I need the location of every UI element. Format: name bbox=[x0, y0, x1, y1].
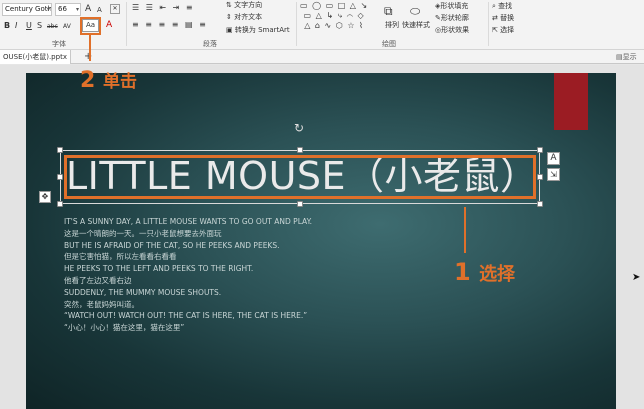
ribbon-divider bbox=[126, 2, 127, 46]
body-line: 但是它害怕猫，所以左看看右看看 bbox=[64, 252, 177, 262]
shape-fill-label: 形状填充 bbox=[440, 2, 469, 10]
ribbon-divider bbox=[488, 2, 489, 46]
align-text-icon: ⇕ bbox=[226, 13, 232, 21]
grow-font-button[interactable]: A bbox=[85, 4, 91, 14]
find-label: 查找 bbox=[498, 2, 513, 10]
body-line: SUDDENLY, THE MUMMY MOUSE SHOUTS. bbox=[64, 287, 222, 297]
quick-styles-label[interactable]: 快速样式 bbox=[402, 20, 430, 30]
body-line: BUT HE IS AFRAID OF THE CAT, SO HE PEEKS… bbox=[64, 240, 280, 250]
body-line: 他看了左边又看右边 bbox=[64, 275, 132, 285]
rotate-handle-icon[interactable]: ↻ bbox=[294, 121, 304, 135]
replace-label: 替换 bbox=[500, 14, 515, 22]
layout-options-icon[interactable]: ✥ bbox=[39, 191, 51, 203]
document-tabs-bar: OUSE(小老鼠).pptx + ▤显示 bbox=[0, 50, 644, 64]
resize-handle[interactable] bbox=[537, 174, 543, 180]
strikethrough-button[interactable]: abc bbox=[47, 22, 58, 32]
callout-line bbox=[89, 35, 91, 61]
shape-fill-button[interactable]: ◈形状填充 bbox=[435, 1, 468, 11]
body-line: “小心！小心！猫在这里，猫在这里” bbox=[64, 323, 185, 333]
convert-smartart-button[interactable]: ▣ 转换为 SmartArt bbox=[226, 25, 290, 35]
shape-effects-label: 形状效果 bbox=[441, 26, 470, 34]
font-color-button[interactable]: A bbox=[106, 20, 112, 30]
step-2-text: 单击 bbox=[102, 72, 137, 92]
cursor-icon: ⇱ bbox=[492, 26, 498, 34]
body-line: “WATCH OUT! WATCH OUT! THE CAT IS HERE, … bbox=[64, 311, 308, 321]
resize-handle[interactable] bbox=[57, 147, 63, 153]
slide-body-text[interactable]: IT'S A SUNNY DAY, A LITTLE MOUSE WANTS T… bbox=[64, 216, 312, 334]
change-case-highlight-frame bbox=[80, 17, 101, 35]
resize-handle[interactable] bbox=[297, 201, 303, 207]
ribbon-divider bbox=[296, 2, 297, 46]
find-button[interactable]: ⌕ 查找 bbox=[492, 1, 512, 11]
chevron-down-icon[interactable]: ▾ bbox=[47, 4, 50, 15]
smartart-icon: ▣ bbox=[226, 26, 233, 34]
shape-outline-button[interactable]: ✎形状轮廓 bbox=[435, 13, 469, 23]
body-line: 突然，老鼠妈妈叫道。 bbox=[64, 299, 139, 309]
shape-effects-button[interactable]: ◎形状效果 bbox=[435, 25, 469, 35]
bullets-icon[interactable]: ☰ ☰ ⇤ ⇥ ≡ bbox=[132, 3, 195, 13]
resize-handle[interactable] bbox=[537, 147, 543, 153]
document-tab[interactable]: OUSE(小老鼠).pptx bbox=[0, 50, 71, 64]
search-icon: ⌕ bbox=[492, 2, 496, 10]
resize-handle[interactable] bbox=[57, 174, 63, 180]
display-button[interactable]: ▤显示 bbox=[616, 51, 637, 63]
shape-outline-label: 形状轮廓 bbox=[440, 14, 469, 22]
font-group-label: 字体 bbox=[52, 40, 66, 48]
resize-handle[interactable] bbox=[57, 201, 63, 207]
shrink-font-button[interactable]: A bbox=[97, 5, 102, 15]
convert-smartart-label: 转换为 SmartArt bbox=[234, 26, 290, 34]
select-button[interactable]: ⇱ 选择 bbox=[492, 25, 514, 35]
align-text-button[interactable]: ⇕ 对齐文本 bbox=[226, 12, 262, 22]
drawing-group-label: 绘图 bbox=[382, 40, 396, 48]
resize-shape-icon[interactable]: ⇲ bbox=[547, 168, 560, 181]
text-direction-label: 文字方向 bbox=[234, 1, 263, 9]
step-1-number: 1 bbox=[454, 258, 471, 286]
display-icon: ▤ bbox=[616, 53, 623, 61]
arrange-label[interactable]: 排列 bbox=[385, 20, 399, 30]
quick-styles-icon[interactable]: ⬭ bbox=[410, 5, 420, 17]
display-label: 显示 bbox=[622, 53, 637, 61]
bold-button[interactable]: B bbox=[4, 21, 10, 31]
font-size-value: 66 bbox=[58, 5, 67, 13]
italic-button[interactable]: I bbox=[15, 21, 17, 31]
step-1-text: 选择 bbox=[479, 264, 516, 285]
step-2-number: 2 bbox=[80, 68, 96, 93]
align-text-label: 对齐文本 bbox=[234, 13, 263, 21]
title-highlight-frame bbox=[64, 155, 536, 199]
underline-button[interactable]: U bbox=[26, 21, 32, 31]
clear-format-icon[interactable]: ✕ bbox=[110, 4, 120, 14]
resize-handle[interactable] bbox=[537, 201, 543, 207]
font-name-value: Century Goth bbox=[5, 5, 52, 13]
body-line: HE PEEKS TO THE LEFT AND PEEKS TO THE RI… bbox=[64, 264, 254, 274]
replace-button[interactable]: ⇄ 替换 bbox=[492, 13, 514, 23]
paragraph-group-label: 段落 bbox=[203, 40, 217, 48]
text-options-a-icon[interactable]: A bbox=[547, 152, 560, 165]
align-icon[interactable]: ≡ ≡ ≡ ≡ ▤ ≡ bbox=[132, 20, 208, 30]
font-size-combo[interactable]: 66 ▾ bbox=[55, 3, 81, 16]
body-line: 这是一个晴朗的一天。一只小老鼠想要去外面玩 bbox=[64, 228, 222, 238]
body-line: IT'S A SUNNY DAY, A LITTLE MOUSE WANTS T… bbox=[64, 217, 313, 226]
resize-handle[interactable] bbox=[297, 147, 303, 153]
chevron-down-icon[interactable]: ▾ bbox=[76, 4, 79, 15]
character-spacing-button[interactable]: AV bbox=[63, 22, 71, 32]
mouse-pointer-icon: ➤ bbox=[632, 272, 641, 283]
step-2-callout: 2 单击 bbox=[80, 68, 137, 95]
text-direction-icon: ⇅ bbox=[226, 1, 232, 9]
callout-line bbox=[464, 207, 466, 253]
shadow-button[interactable]: S bbox=[37, 21, 42, 31]
step-1-callout: 1 选择 bbox=[454, 258, 515, 289]
replace-icon: ⇄ bbox=[492, 14, 498, 22]
font-name-combo[interactable]: Century Goth ▾ bbox=[2, 3, 52, 16]
arrange-icon[interactable]: ⧉ bbox=[384, 5, 393, 17]
slide-red-accent-bar bbox=[554, 73, 588, 130]
select-label: 选择 bbox=[500, 26, 515, 34]
text-direction-button[interactable]: ⇅ 文字方向 bbox=[226, 0, 262, 10]
shapes-gallery-icon[interactable]: ▭ ◯ ▭ □ △ ↘ ▭ △ ↳ ⤷ ⌒ ◇ △ ⌂ ∿ ⬡ ☆ ⌇ bbox=[300, 1, 368, 31]
